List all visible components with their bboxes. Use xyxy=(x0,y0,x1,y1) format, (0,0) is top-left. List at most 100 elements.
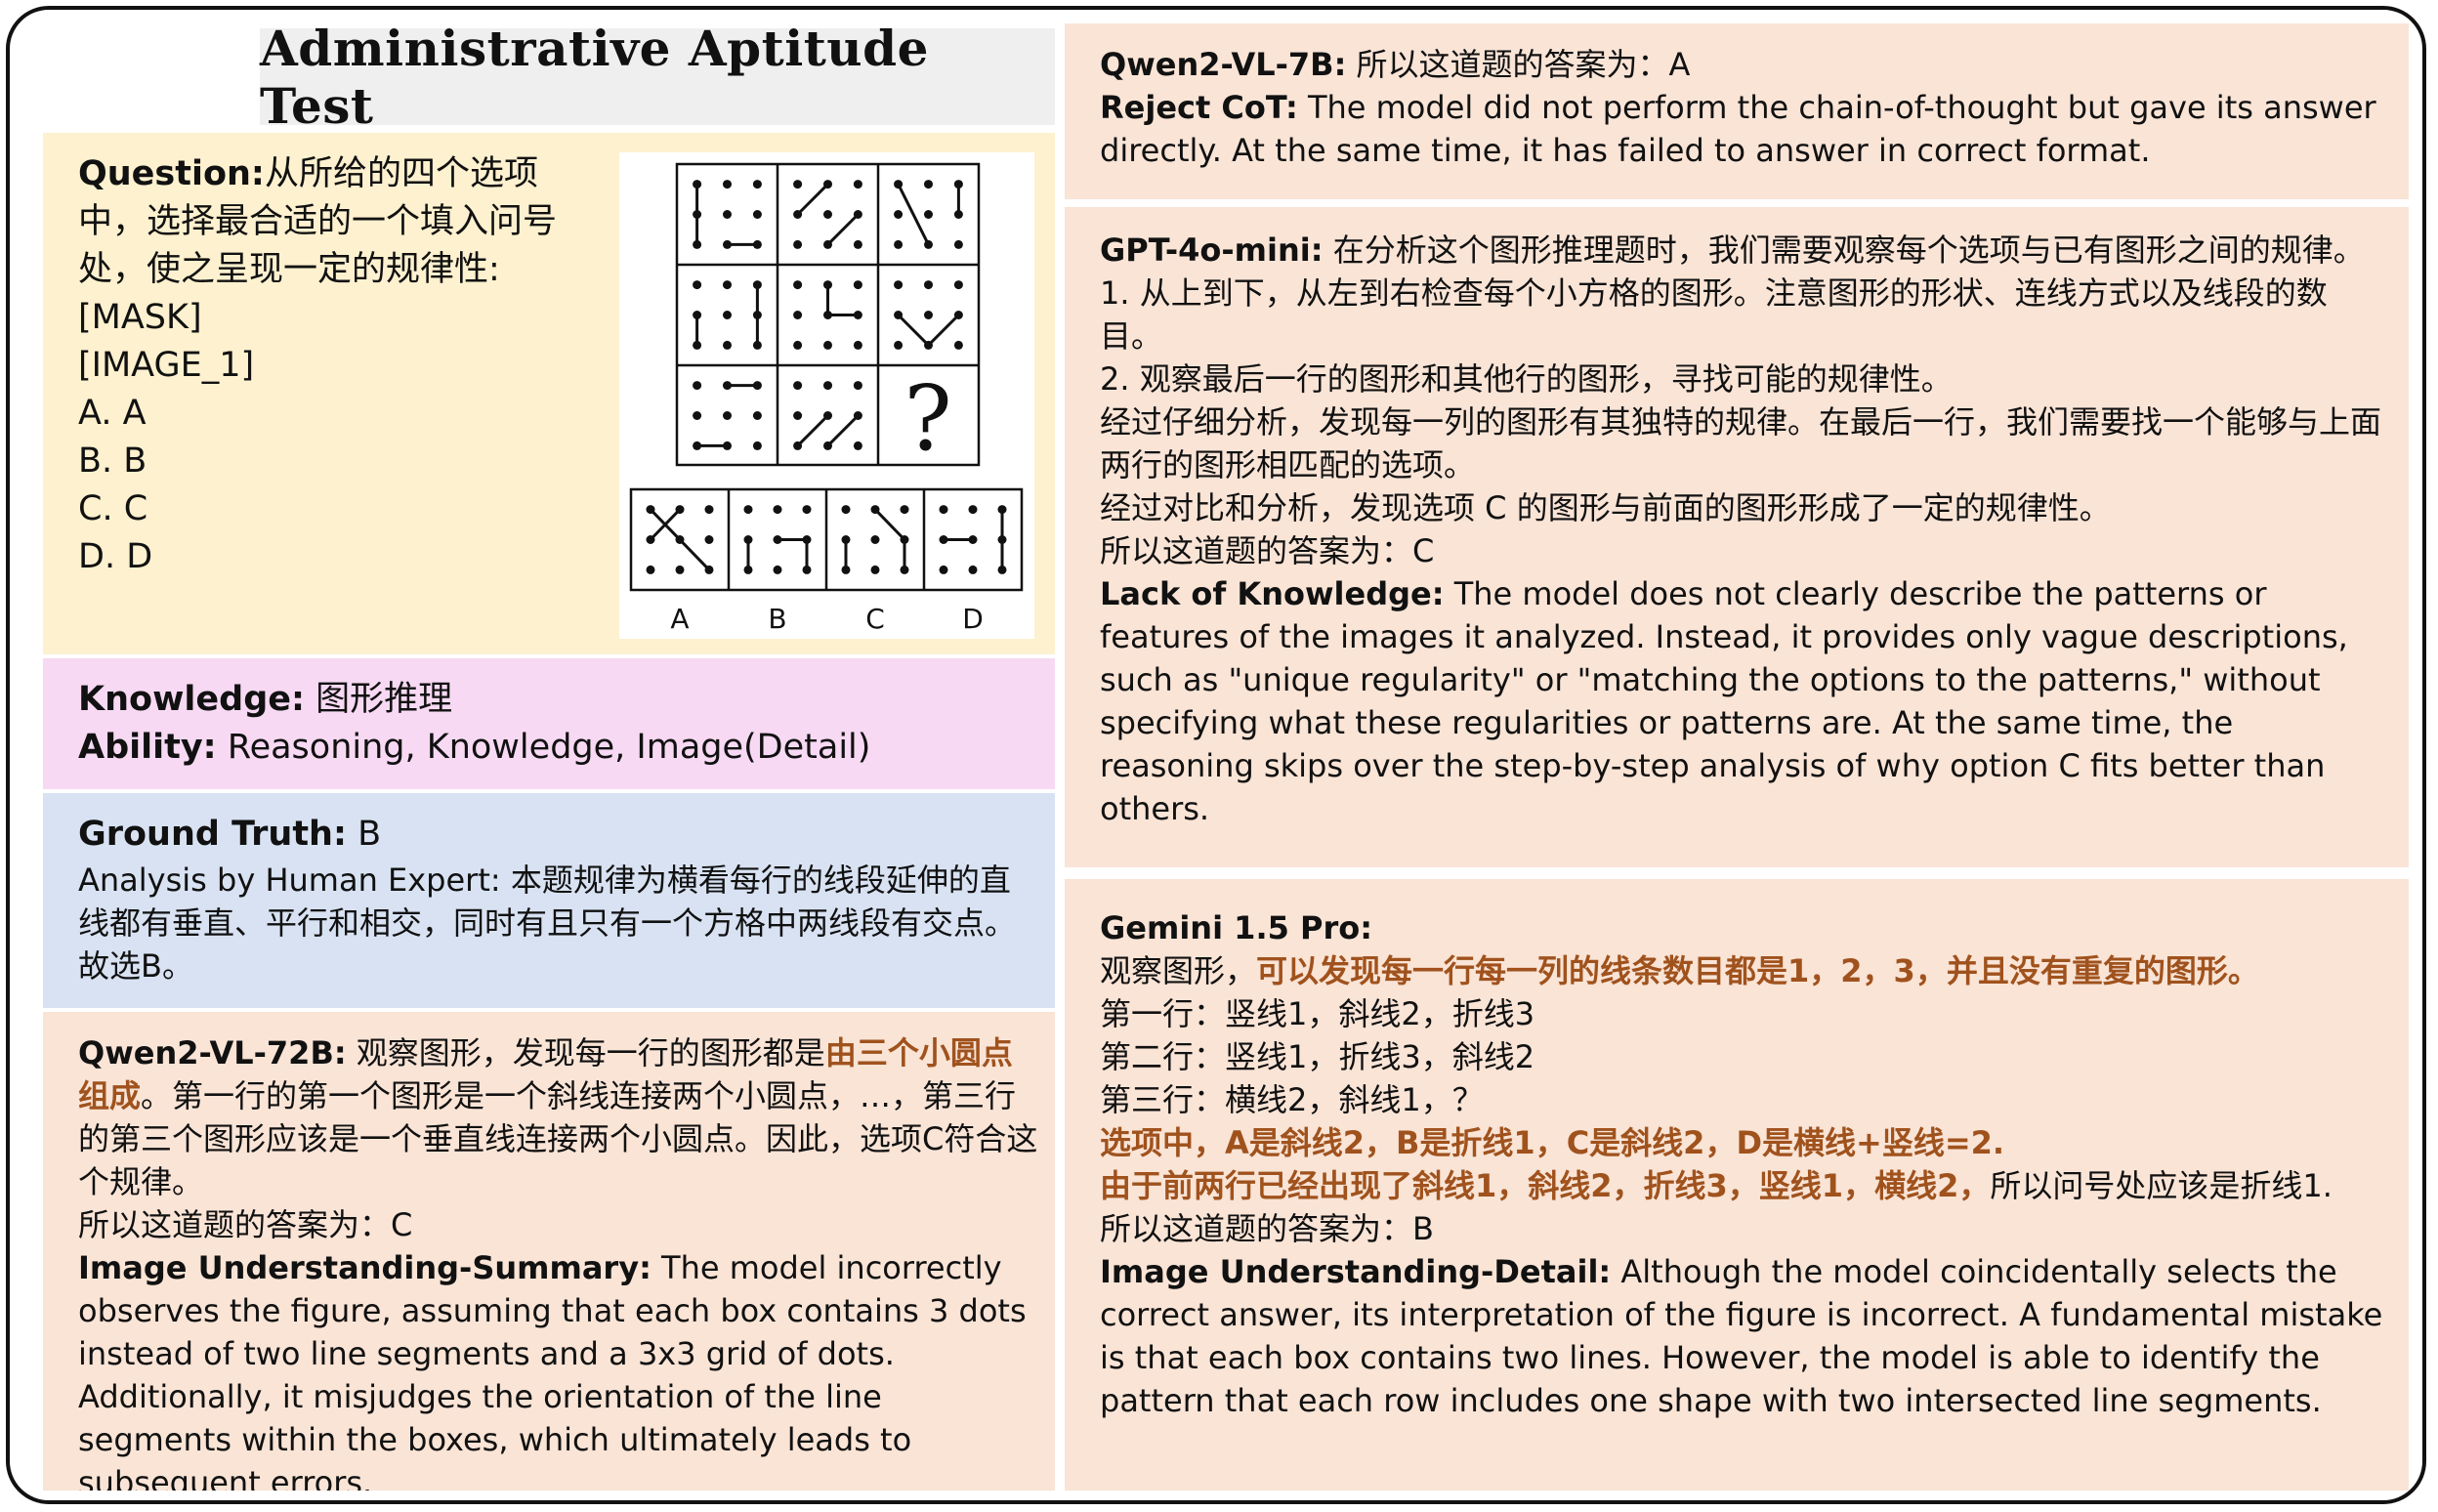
cell-dot xyxy=(823,340,832,350)
qwen72b-text2: 。第一行的第一个图形是一个斜线连接两个小圆点，…，第三行的第三个图形应该是一个垂… xyxy=(78,1077,1038,1200)
cell-dot xyxy=(773,535,782,544)
ground-truth-label: Ground Truth: xyxy=(78,815,347,854)
qwen7b-label: Qwen2-VL-7B: xyxy=(1100,46,1347,83)
cell-dot xyxy=(693,311,702,319)
cell-dot xyxy=(773,505,782,515)
question-prompt: Question:从所给的四个选项中，选择最合适的一个填入问号处，使之呈现一定的… xyxy=(78,150,606,342)
cell-dot xyxy=(823,441,832,450)
cell-dot xyxy=(723,210,732,219)
question-label: Question: xyxy=(78,154,265,193)
cell-dot xyxy=(968,535,978,544)
puzzle-cell xyxy=(793,381,862,450)
cell-dot xyxy=(823,210,832,219)
gpt4omini-block: GPT-4o-mini: 在分析这个图形推理题时，我们需要观察每个选项与已有图形… xyxy=(1100,229,2389,830)
qwen72b-label: Qwen2-VL-72B: xyxy=(78,1034,347,1071)
cell-dot xyxy=(743,565,753,574)
cell-dot xyxy=(793,381,803,391)
cell-dot xyxy=(894,180,904,189)
knowledge-line: Knowledge: 图形推理 xyxy=(78,676,1035,724)
ground-truth-value: B xyxy=(357,815,382,854)
cell-dot xyxy=(900,565,909,574)
cell-dot xyxy=(752,280,762,290)
option-c: C. C xyxy=(78,489,148,528)
ground-truth-line: Ground Truth: B xyxy=(78,811,1035,859)
cell-dot xyxy=(723,239,732,249)
cell-dot xyxy=(723,441,732,450)
cell-dot xyxy=(924,340,933,350)
cell-dot xyxy=(752,381,762,391)
cell-dot xyxy=(802,505,812,515)
cell-line-segment xyxy=(897,314,930,347)
cell-dot xyxy=(646,505,655,515)
cell-dot xyxy=(870,565,880,574)
cell-dot xyxy=(793,180,803,189)
option-cell xyxy=(743,505,812,574)
cell-dot xyxy=(870,535,880,544)
cell-dot xyxy=(841,535,851,544)
gpt4omini-panel: GPT-4o-mini: 在分析这个图形推理题时，我们需要观察每个选项与已有图形… xyxy=(1065,207,2409,867)
cell-dot xyxy=(953,311,963,319)
cell-dot xyxy=(704,535,714,544)
cell-dot xyxy=(693,180,702,189)
option-letter-b: B xyxy=(768,603,786,635)
gemini-line1-highlight: 可以发现每一行每一列的线条数目都是1，2，3，并且没有重复的图形。 xyxy=(1256,952,2259,989)
cell-dot xyxy=(752,180,762,189)
cell-dot xyxy=(853,311,862,319)
cell-dot xyxy=(693,239,702,249)
knowledge-block: Knowledge: 图形推理 Ability: Reasoning, Know… xyxy=(78,676,1035,772)
cell-dot xyxy=(924,180,933,189)
knowledge-value: 图形推理 xyxy=(315,680,453,719)
cell-dot xyxy=(853,280,862,290)
puzzle-cell xyxy=(793,280,862,350)
gpt4omini-intro: 在分析这个图形推理题时，我们需要观察每个选项与已有图形之间的规律。 xyxy=(1332,231,2365,269)
question-mark: ? xyxy=(904,366,951,471)
cell-dot xyxy=(997,565,1007,574)
gemini-error: Image Understanding-Detail: Although the… xyxy=(1100,1250,2399,1422)
cell-dot xyxy=(743,505,753,515)
image-token: [IMAGE_1] xyxy=(78,346,255,385)
gemini-label-line: Gemini 1.5 Pro: xyxy=(1100,906,2399,949)
option-cell xyxy=(939,505,1007,574)
cell-dot xyxy=(823,381,832,391)
knowledge-panel: Knowledge: 图形推理 Ability: Reasoning, Know… xyxy=(43,658,1055,789)
qwen7b-error: Reject CoT: The model did not perform th… xyxy=(1100,86,2389,172)
gpt4omini-step2: 2. 观察最后一行的图形和其他行的图形，寻找可能的规律性。 xyxy=(1100,360,1953,398)
gpt4omini-answer: 所以这道题的答案为：C xyxy=(1100,532,1435,569)
cell-dot xyxy=(939,505,948,515)
cell-dot xyxy=(924,239,933,249)
puzzle-cell xyxy=(693,381,762,450)
cell-dot xyxy=(953,180,963,189)
cell-dot xyxy=(853,340,862,350)
gemini-answer: 所以这道题的答案为：B xyxy=(1100,1210,1434,1247)
cell-dot xyxy=(823,239,832,249)
gpt4omini-error: Lack of Knowledge: The model does not cl… xyxy=(1100,572,2389,830)
cell-dot xyxy=(793,411,803,420)
ability-line: Ability: Reasoning, Knowledge, Image(Det… xyxy=(78,724,1035,772)
gemini-error-label: Image Understanding-Detail: xyxy=(1100,1253,1612,1290)
question-text-block: Question:从所给的四个选项中，选择最合适的一个填入问号处，使之呈现一定的… xyxy=(78,150,606,581)
cell-dot xyxy=(924,311,933,319)
puzzle-svg: ? A B C D xyxy=(629,162,1024,635)
gemini-row3: 第三行：横线2，斜线1，？ xyxy=(1100,1081,1484,1118)
cell-line-segment xyxy=(796,183,829,216)
cell-dot xyxy=(823,180,832,189)
question-panel: Question:从所给的四个选项中，选择最合适的一个填入问号处，使之呈现一定的… xyxy=(43,133,1055,654)
option-cell xyxy=(646,505,714,574)
qwen7b-error-label: Reject CoT: xyxy=(1100,89,1298,126)
cell-dot xyxy=(853,411,862,420)
cell-dot xyxy=(953,210,963,219)
cell-dot xyxy=(841,565,851,574)
cell-dot xyxy=(693,381,702,391)
cell-dot xyxy=(675,565,685,574)
cell-dot xyxy=(773,565,782,574)
cell-line-segment xyxy=(826,213,860,246)
option-cell xyxy=(841,505,909,574)
qwen72b-response: Qwen2-VL-72B: 观察图形，发现每一行的图形都是由三个小圆点组成。第一… xyxy=(78,1031,1040,1203)
cell-dot xyxy=(953,340,963,350)
cell-dot xyxy=(693,411,702,420)
gemini-reason: 由于前两行已经出现了斜线1，斜线2，折线3，竖线1，横线2，所以问号处应该是折线… xyxy=(1100,1164,2399,1207)
knowledge-label: Knowledge: xyxy=(78,680,305,719)
cell-dot xyxy=(900,505,909,515)
cell-dot xyxy=(723,340,732,350)
cell-dot xyxy=(752,411,762,420)
